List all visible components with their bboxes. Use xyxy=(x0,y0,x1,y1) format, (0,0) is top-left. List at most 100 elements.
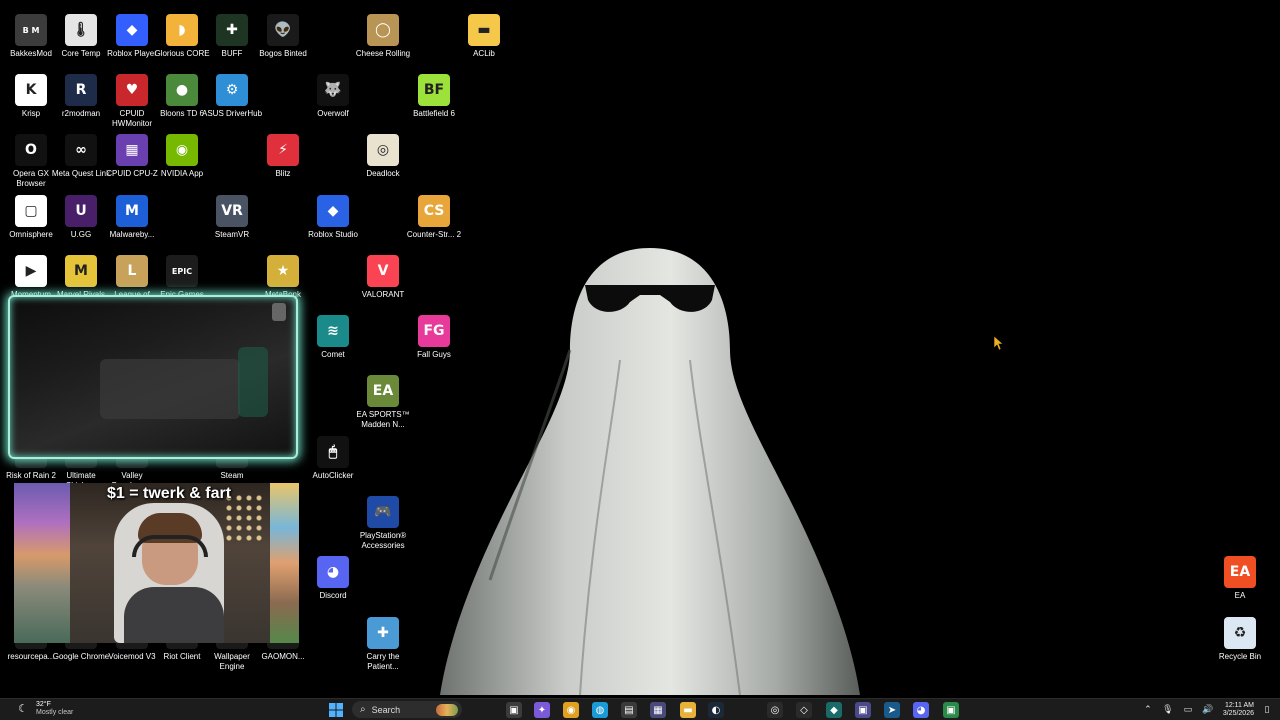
app-icon: BF xyxy=(418,74,450,106)
desktop-icon-counter-str-2[interactable]: CS Counter-Str... 2 xyxy=(407,195,461,240)
desktop-icon-label: Overwolf xyxy=(317,109,349,118)
clock[interactable]: 12:11 AM 3/25/2026 xyxy=(1223,702,1254,718)
taskbar-copilot-icon[interactable]: ✦ xyxy=(534,702,550,718)
app-icon: M xyxy=(65,255,97,287)
desktop-icon-glorious-core[interactable]: ◗ Glorious CORE xyxy=(154,14,210,59)
network-icon[interactable]: ▭ xyxy=(1181,703,1195,717)
taskbar-app-6-icon[interactable]: ▣ xyxy=(943,702,959,718)
notification-bell-icon[interactable]: ▯ xyxy=(1260,703,1274,717)
desktop-icon-comet[interactable]: ≋ Comet xyxy=(308,315,358,360)
app-icon: ◕ xyxy=(317,556,349,588)
taskbar-notepad-icon[interactable]: ▤ xyxy=(621,702,637,718)
desktop-icon-league-of[interactable]: LLeague of xyxy=(107,255,157,300)
desktop-icon-momentum[interactable]: ▶Momentum xyxy=(6,255,56,300)
facecam-right-panel xyxy=(270,483,299,643)
desktop-icon-label: Blitz xyxy=(275,169,291,178)
taskbar-app-4-icon[interactable]: ▣ xyxy=(855,702,871,718)
search-input[interactable]: ⌕ Search xyxy=(352,701,462,718)
weather-text: 32°F Mostly clear xyxy=(36,701,73,717)
desktop-icon-discord[interactable]: ◕ Discord xyxy=(308,556,358,601)
desktop-icon-bakkesmod[interactable]: B M BakkesMod xyxy=(6,14,56,59)
app-icon: VR xyxy=(216,195,248,227)
desktop-icon-meta-quest-link[interactable]: ∞ Meta Quest Link xyxy=(52,134,110,179)
taskbar-discord-icon[interactable]: ◕ xyxy=(913,702,929,718)
taskbar-chrome-icon[interactable]: ◉ xyxy=(563,702,579,718)
desktop: B M BakkesMod 🌡 Core Temp ◆ Roblox Player ◗ Glo… xyxy=(0,0,1280,698)
desktop-icon-buff[interactable]: ✚ BUFF xyxy=(207,14,257,59)
desktop-icon-carry-the-patient[interactable]: ✚ Carry the Patient... xyxy=(358,617,408,672)
desktop-icon-blitz[interactable]: ⚡ Blitz xyxy=(258,134,308,179)
facecam-overlay-text: $1 = twerk & fart xyxy=(106,485,232,502)
taskbar-obs-icon[interactable]: ◎ xyxy=(767,702,783,718)
taskbar-edge-icon[interactable]: ◍ xyxy=(592,702,608,718)
desktop-icon-omnisphere[interactable]: ▢ Omnisphere xyxy=(6,195,56,240)
app-icon: CS xyxy=(418,195,450,227)
taskbar-app-icon[interactable]: ▦ xyxy=(650,702,666,718)
moon-icon: ☾ xyxy=(18,703,28,715)
webcam-lamp-shape xyxy=(272,303,286,321)
desktop-icon-overwolf[interactable]: 🐺 Overwolf xyxy=(308,74,358,119)
desktop-icon-fall-guys[interactable]: FG Fall Guys xyxy=(409,315,459,360)
desktop-icon-u-gg[interactable]: U U.GG xyxy=(56,195,106,240)
app-icon: ◆ xyxy=(317,195,349,227)
desktop-icon-epic-games[interactable]: EPICEpic Games xyxy=(157,255,207,300)
desktop-icon-label: EA SPORTS™ Madden N... xyxy=(356,410,410,429)
desktop-icon-metabonk[interactable]: ★MetaBonk xyxy=(258,255,308,300)
app-icon: ⚡ xyxy=(267,134,299,166)
desktop-icon-roblox-studio[interactable]: ◆ Roblox Studio xyxy=(308,195,358,240)
desktop-icon-valorant[interactable]: V VALORANT xyxy=(358,255,408,300)
facecam-left-panel xyxy=(14,483,70,643)
desktop-icon-recycle-bin[interactable]: ♻ Recycle Bin xyxy=(1215,617,1265,662)
desktop-icon-aclib[interactable]: ▬ ACLib xyxy=(459,14,509,59)
volume-icon[interactable]: 🔊 xyxy=(1201,703,1215,717)
desktop-icon-roblox-player[interactable]: ◆ Roblox Player xyxy=(107,14,157,59)
taskbar-file-explorer-icon[interactable]: ▬ xyxy=(680,702,696,718)
taskbar-app-3-icon[interactable]: ◆ xyxy=(826,702,842,718)
weather-widget[interactable]: ☾ 32°F Mostly clear xyxy=(16,701,73,717)
system-tray: ⌃ 🎙 ▭ 🔊 12:11 AM 3/25/2026 ▯ xyxy=(1135,701,1274,719)
desktop-icon-autoclicker[interactable]: 🖱 AutoClicker xyxy=(308,436,358,481)
desktop-icon-label: AutoClicker xyxy=(312,471,354,480)
desktop-icon-ea[interactable]: EA EA xyxy=(1215,556,1265,601)
desktop-icon-marvel-rivals[interactable]: MMarvel Rivals xyxy=(56,255,106,300)
clock-date: 3/25/2026 xyxy=(1222,710,1254,717)
desktop-icon-steamvr[interactable]: VR SteamVR xyxy=(207,195,257,240)
desktop-icon-label: PlayStation® Accessories xyxy=(359,531,407,550)
app-icon: ▶ xyxy=(15,255,47,287)
taskbar-app-5-icon[interactable]: ➤ xyxy=(884,702,900,718)
desktop-icon-asus-driverhub[interactable]: ⚙ ASUS DriverHub xyxy=(202,74,262,119)
app-icon: K xyxy=(15,74,47,106)
search-placeholder: Search xyxy=(371,704,401,715)
taskbar-task-view-icon[interactable]: ▣ xyxy=(506,702,522,718)
start-button[interactable] xyxy=(328,702,344,718)
taskbar-app-2-icon[interactable]: ◇ xyxy=(796,702,812,718)
desktop-icon-deadlock[interactable]: ◎ Deadlock xyxy=(358,134,408,179)
desktop-icon-nvidia-app[interactable]: ◉ NVIDIA App xyxy=(157,134,207,179)
desktop-icon-label: Counter-Str... 2 xyxy=(406,230,462,239)
desktop-icon-malwareby[interactable]: M Malwareby... xyxy=(107,195,157,240)
desktop-icon-krisp[interactable]: K Krisp xyxy=(6,74,56,119)
desktop-icon-label: Carry the Patient... xyxy=(366,652,400,671)
chevron-up-icon[interactable]: ⌃ xyxy=(1141,703,1155,717)
headset-icon xyxy=(132,535,208,557)
desktop-icon-r2modman[interactable]: Rr2modman xyxy=(56,74,106,119)
desktop-icon-cpuid-cpu-z[interactable]: ▦ CPUID CPU-Z xyxy=(106,134,158,179)
app-icon: EA xyxy=(367,375,399,407)
desktop-icon-opera-gx-browser[interactable]: O Opera GX Browser xyxy=(6,134,56,189)
desktop-icon-label: Steam xyxy=(220,471,244,480)
taskbar-steam-icon[interactable]: ◐ xyxy=(708,702,724,718)
desktop-icon-cheese-rolling[interactable]: ◯ Cheese Rolling xyxy=(356,14,410,59)
app-icon: ● xyxy=(166,74,198,106)
desktop-icon-bloons-td-6[interactable]: ● Bloons TD 6 xyxy=(157,74,207,119)
desktop-icon-core-temp[interactable]: 🌡 Core Temp xyxy=(56,14,106,59)
desktop-icon-playstation-accessories[interactable]: 🎮 PlayStation® Accessories xyxy=(358,496,408,551)
desktop-icon-ea-sports-madden-n[interactable]: EA EA SPORTS™ Madden N... xyxy=(356,375,410,430)
desktop-icon-cpuid-hwmonitor[interactable]: ♥ CPUID HWMonitor xyxy=(107,74,157,129)
desktop-icon-label: Battlefield 6 xyxy=(413,109,455,118)
desktop-icon-battlefield-6[interactable]: BF Battlefield 6 xyxy=(409,74,459,119)
weather-desc: Mostly clear xyxy=(36,709,74,716)
desktop-icon-bogos-binted[interactable]: 👽 Bogos Binted xyxy=(258,14,308,59)
desktop-icon-label: Roblox Studio xyxy=(308,230,358,239)
desktop-icon-label: Deadlock xyxy=(366,169,400,178)
microphone-icon[interactable]: 🎙 xyxy=(1161,703,1175,717)
